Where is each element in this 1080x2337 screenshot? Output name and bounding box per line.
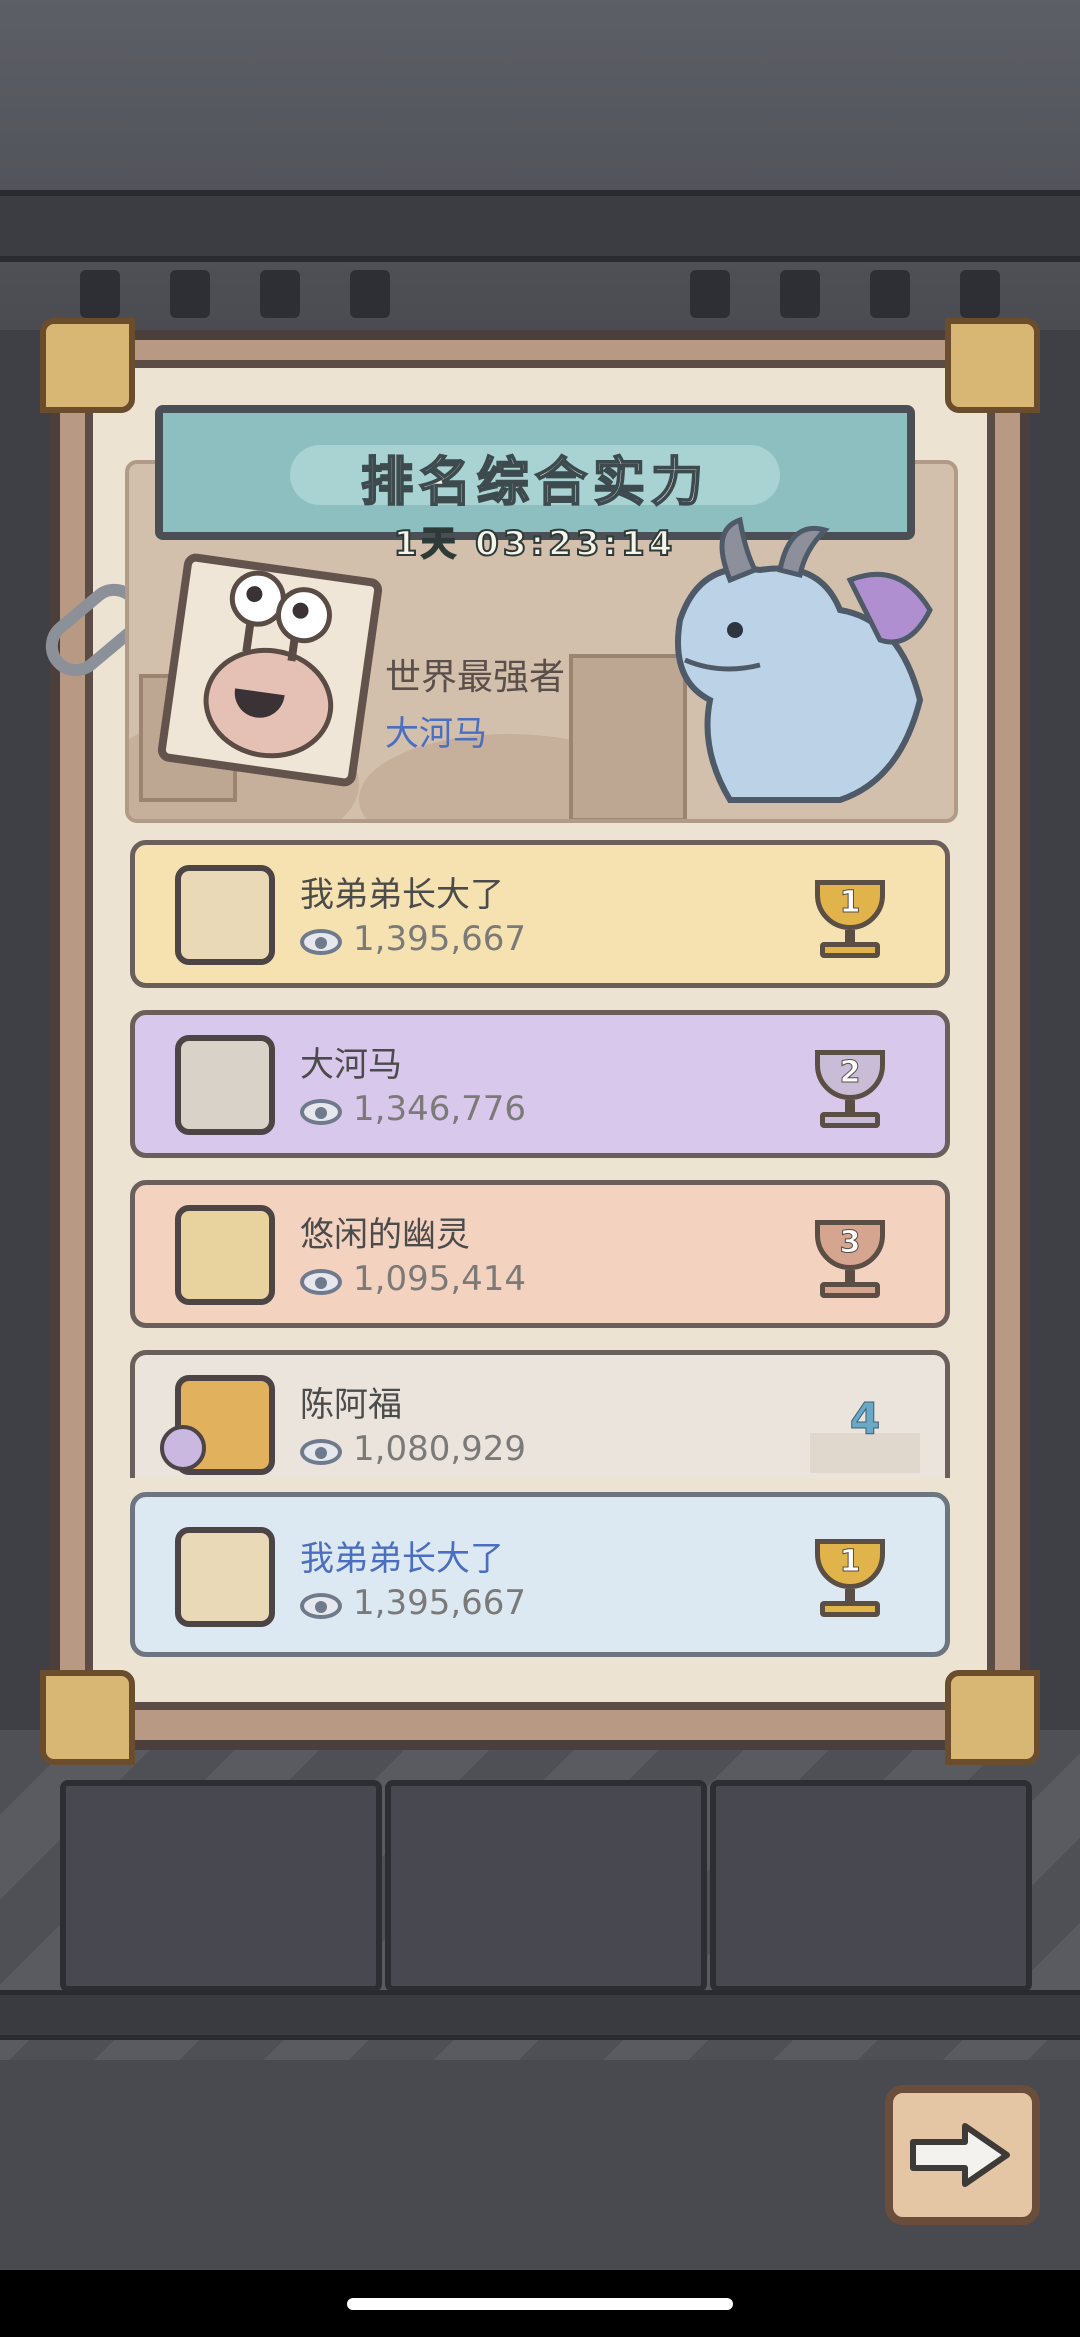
background-slot [690,270,730,318]
eye-icon [300,1269,342,1295]
player-score: 1,395,667 [353,919,527,959]
ranking-row-3[interactable]: 悠闲的幽灵 1,095,414 3 [130,1180,950,1328]
rank-number: 1 [839,885,861,921]
player-avatar[interactable] [175,1035,275,1135]
player-avatar[interactable] [175,865,275,965]
rank-number: 3 [839,1225,861,1261]
trophy-base [820,1112,880,1128]
frame-corner [40,1670,135,1765]
ranking-row-2[interactable]: 大河马 1,346,776 2 [130,1010,950,1158]
background-slot [780,270,820,318]
background-slot [80,270,120,318]
trophy-base [820,942,880,958]
background-locker [710,1780,1032,1992]
champion-title: 世界最强者 [385,657,566,698]
background-slot [260,270,300,318]
player-name: 陈阿福 [300,1385,402,1425]
frame-corner [40,318,135,413]
dragon-illustration [675,516,933,803]
badge-icon [160,1425,206,1471]
player-score: 1,095,414 [353,1259,527,1299]
my-name: 我弟弟长大了 [300,1539,504,1579]
rank-number: 2 [839,1055,861,1091]
player-name: 大河马 [300,1045,402,1085]
champion-avatar[interactable] [156,552,384,788]
player-name: 我弟弟长大了 [300,875,504,915]
frame-corner [945,318,1040,413]
ranking-row-1[interactable]: 我弟弟长大了 1,395,667 1 [130,840,950,988]
my-rank-row[interactable]: 我弟弟长大了 1,395,667 1 [130,1492,950,1657]
background-scene-top [0,0,1080,330]
eye-icon [300,929,342,955]
my-score: 1,395,667 [353,1583,527,1623]
background-slot [960,270,1000,318]
eye-icon [300,1439,342,1465]
trophy-base [820,1601,880,1617]
background-locker [60,1780,382,1992]
rank-number: 1 [839,1544,861,1580]
champion-name[interactable]: 大河马 [385,706,487,755]
player-avatar[interactable] [175,1205,275,1305]
background-slot [170,270,210,318]
background-locker [385,1780,707,1992]
player-score: 1,080,929 [353,1429,527,1469]
home-indicator[interactable] [347,2298,733,2310]
eye-icon [300,1593,342,1619]
rank-number: 4 [849,1394,881,1446]
arrow-right-icon [910,2123,1010,2187]
ranking-row-4[interactable]: 陈阿福 1,080,929 4 [130,1350,950,1478]
background-rail [0,190,1080,262]
player-name: 悠闲的幽灵 [300,1215,470,1255]
background-slot [870,270,910,318]
frame-corner [945,1670,1040,1765]
player-score: 1,346,776 [353,1089,527,1129]
my-avatar[interactable] [175,1527,275,1627]
background-floor-rail [0,1990,1080,2040]
background-slot [350,270,390,318]
eye-icon [300,1099,342,1125]
trophy-base [820,1282,880,1298]
